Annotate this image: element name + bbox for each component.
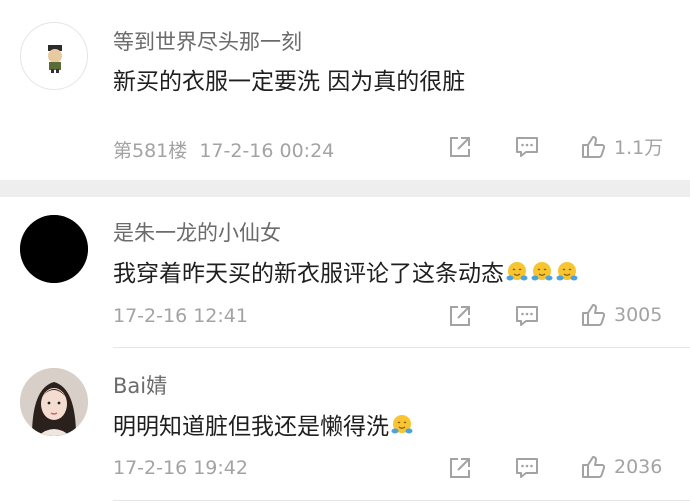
comment-text-content: 新买的衣服一定要洗 因为真的很脏 xyxy=(113,69,466,95)
timestamp: 17-2-16 00:24 xyxy=(199,140,335,162)
avatar[interactable] xyxy=(20,22,88,90)
like-count: 3005 xyxy=(614,304,663,326)
comment-button[interactable] xyxy=(514,134,540,160)
avatar[interactable] xyxy=(20,368,88,436)
comment-text: 我穿着昨天买的新衣服评论了这条动态 xyxy=(113,254,579,288)
avatar[interactable] xyxy=(20,215,88,283)
black-circle-icon xyxy=(20,215,88,283)
comment-item: Bai婧 明明知道脏但我还是懒得洗 17-2-16 19:42 2036 xyxy=(0,348,690,503)
floor-number: 第581楼 xyxy=(113,140,188,162)
username[interactable]: 等到世界尽头那一刻 xyxy=(113,26,302,56)
section-divider xyxy=(0,180,690,197)
comment-icon xyxy=(516,458,538,478)
comment-meta: 17-2-16 12:41 xyxy=(113,305,248,327)
comment-text: 新买的衣服一定要洗 因为真的很脏 xyxy=(113,62,465,96)
thumbs-up-icon xyxy=(582,304,606,326)
comment-text-content: 我穿着昨天买的新衣服评论了这条动态 xyxy=(113,261,504,287)
thumbs-up-icon xyxy=(582,135,606,158)
comment-meta: 17-2-16 19:42 xyxy=(113,457,248,479)
share-icon xyxy=(450,458,470,478)
comment-icon xyxy=(516,137,538,157)
like-button[interactable]: 3005 xyxy=(580,302,662,328)
hug-emoji-icon xyxy=(506,262,528,281)
comment-button[interactable] xyxy=(514,303,540,329)
like-count: 1.1万 xyxy=(614,137,664,159)
hug-emoji-icon xyxy=(556,262,578,281)
girl-photo-icon xyxy=(20,368,88,436)
comment-item: 等到世界尽头那一刻 新买的衣服一定要洗 因为真的很脏 第581楼 17-2-16… xyxy=(0,0,690,180)
share-icon xyxy=(450,137,470,157)
hug-emoji-icon xyxy=(531,262,553,281)
comment-divider xyxy=(113,500,690,501)
comment-button[interactable] xyxy=(514,455,540,481)
username[interactable]: Bai婧 xyxy=(113,370,167,400)
comment-text: 明明知道脏但我还是懒得洗 xyxy=(113,407,414,441)
like-count: 2036 xyxy=(614,456,663,478)
like-button[interactable]: 1.1万 xyxy=(580,133,663,160)
comment-item: 是朱一龙的小仙女 我穿着昨天买的新衣服评论了这条动态 17-2-16 12:41 xyxy=(0,197,690,347)
comment-text-content: 明明知道脏但我还是懒得洗 xyxy=(113,414,389,440)
share-button[interactable] xyxy=(447,455,473,481)
hug-emoji-icon xyxy=(391,415,413,434)
timestamp: 17-2-16 19:42 xyxy=(113,457,248,479)
like-button[interactable]: 2036 xyxy=(580,454,662,480)
share-button[interactable] xyxy=(447,303,473,329)
cartoon-character-icon xyxy=(48,45,62,73)
share-button[interactable] xyxy=(447,134,473,160)
timestamp: 17-2-16 12:41 xyxy=(113,305,248,327)
comment-meta: 第581楼 17-2-16 00:24 xyxy=(113,136,334,163)
thumbs-up-icon xyxy=(582,456,606,478)
share-icon xyxy=(450,306,470,326)
username[interactable]: 是朱一龙的小仙女 xyxy=(113,217,281,247)
comment-icon xyxy=(516,306,538,326)
